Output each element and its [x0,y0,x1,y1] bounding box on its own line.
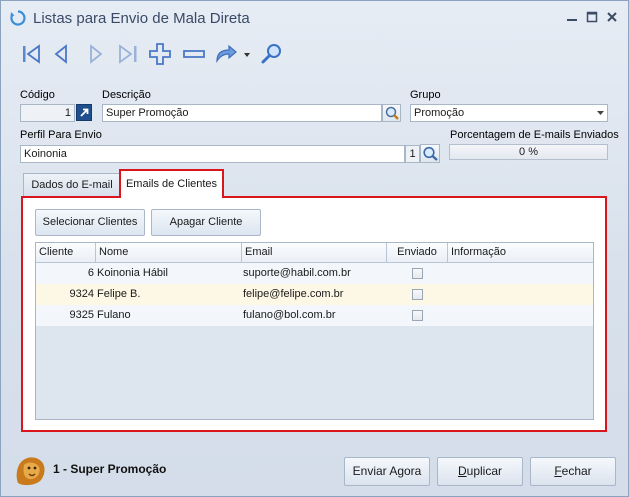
codigo-label: Código [20,89,55,101]
fechar-mnemonic: F [554,464,562,478]
dropdown-arrow-icon[interactable] [241,41,253,67]
column-header-email[interactable]: Email [242,243,387,262]
close-icon[interactable] [602,11,622,27]
emails-clientes-panel: Selecionar Clientes Apagar Cliente Clien… [21,196,607,432]
table-row[interactable]: 9324 Felipe B. felipe@felipe.com.br [36,284,593,305]
duplicar-button[interactable]: Duplicar [437,457,523,486]
next-record-icon[interactable] [83,41,109,67]
cell-nome: Koinonia Hábil [97,267,168,279]
descricao-field[interactable]: Super Promoção [102,104,382,122]
remove-icon[interactable] [181,41,207,67]
cell-nome: Fulano [97,309,131,321]
perfil-search-button[interactable] [420,144,440,163]
clientes-grid: Cliente Nome Email Enviado Informação 6 … [35,242,594,420]
grupo-label: Grupo [410,89,441,101]
first-record-icon[interactable] [19,41,45,67]
fechar-label: echar [561,464,592,478]
redo-icon[interactable] [213,41,239,67]
table-row[interactable]: 9325 Fulano fulano@bol.com.br [36,305,593,326]
cell-email: felipe@felipe.com.br [243,288,344,300]
lion-logo-icon [16,457,45,486]
minimize-icon[interactable] [562,11,582,27]
perfil-field[interactable]: Koinonia [20,145,405,163]
duplicar-mnemonic: D [457,464,467,478]
maximize-icon[interactable] [582,11,602,27]
perfil-code: 1 [405,145,420,163]
status-text: 1 - Super Promoção [53,462,167,476]
table-row[interactable]: 6 Koinonia Hábil suporte@habil.com.br [36,263,593,284]
cell-email: fulano@bol.com.br [243,309,336,321]
window: Listas para Envio de Mala Direta Código … [0,0,629,497]
grupo-selected-value: Promoção [414,107,465,119]
open-arrow-icon [80,108,89,117]
magnifier-icon [385,106,399,120]
porcentagem-label: Porcentagem de E-mails Enviados [450,129,619,141]
enviar-agora-button[interactable]: Enviar Agora [344,457,430,486]
enviado-checkbox[interactable] [412,268,423,279]
fechar-button[interactable]: Fechar [530,457,616,486]
selecionar-clientes-button[interactable]: Selecionar Clientes [35,209,145,236]
apagar-cliente-button[interactable]: Apagar Cliente [151,209,261,236]
cell-email: suporte@habil.com.br [243,267,351,279]
window-title: Listas para Envio de Mala Direta [33,10,250,27]
title-bar: Listas para Envio de Mala Direta [1,1,628,35]
perfil-label: Perfil Para Envio [20,129,102,141]
cell-nome: Felipe B. [97,288,141,300]
previous-record-icon[interactable] [49,41,75,67]
search-icon[interactable] [259,41,285,67]
enviado-checkbox[interactable] [412,310,423,321]
porcentagem-progress: 0 % [449,144,608,160]
cell-informacao [449,263,589,284]
last-record-icon[interactable] [115,41,141,67]
column-header-nome[interactable]: Nome [96,243,242,262]
cell-informacao [449,305,589,326]
tab-emails-clientes[interactable]: Emails de Clientes [119,169,224,198]
grupo-select[interactable]: Promoção [410,104,608,122]
magnifier-icon [423,146,438,161]
column-header-cliente[interactable]: Cliente [36,243,96,262]
duplicar-label: uplicar [466,464,503,478]
grid-header: Cliente Nome Email Enviado Informação [36,243,593,263]
open-link-button[interactable] [76,104,92,121]
cell-informacao [449,284,589,305]
porcentagem-value: 0 % [519,146,538,158]
app-icon [10,10,26,26]
add-icon[interactable] [147,41,173,67]
enviado-checkbox[interactable] [412,289,423,300]
column-header-enviado[interactable]: Enviado [387,243,448,262]
column-header-informacao[interactable]: Informação [448,243,593,262]
cell-cliente: 6 [87,267,94,279]
chevron-down-icon [597,111,604,115]
descricao-search-button[interactable] [382,104,401,122]
tab-dados-email[interactable]: Dados do E-mail [23,173,121,197]
cell-cliente: 9324 [69,288,94,300]
codigo-field[interactable]: 1 [20,104,75,122]
cell-cliente: 9325 [69,309,94,321]
descricao-label: Descrição [102,89,151,101]
